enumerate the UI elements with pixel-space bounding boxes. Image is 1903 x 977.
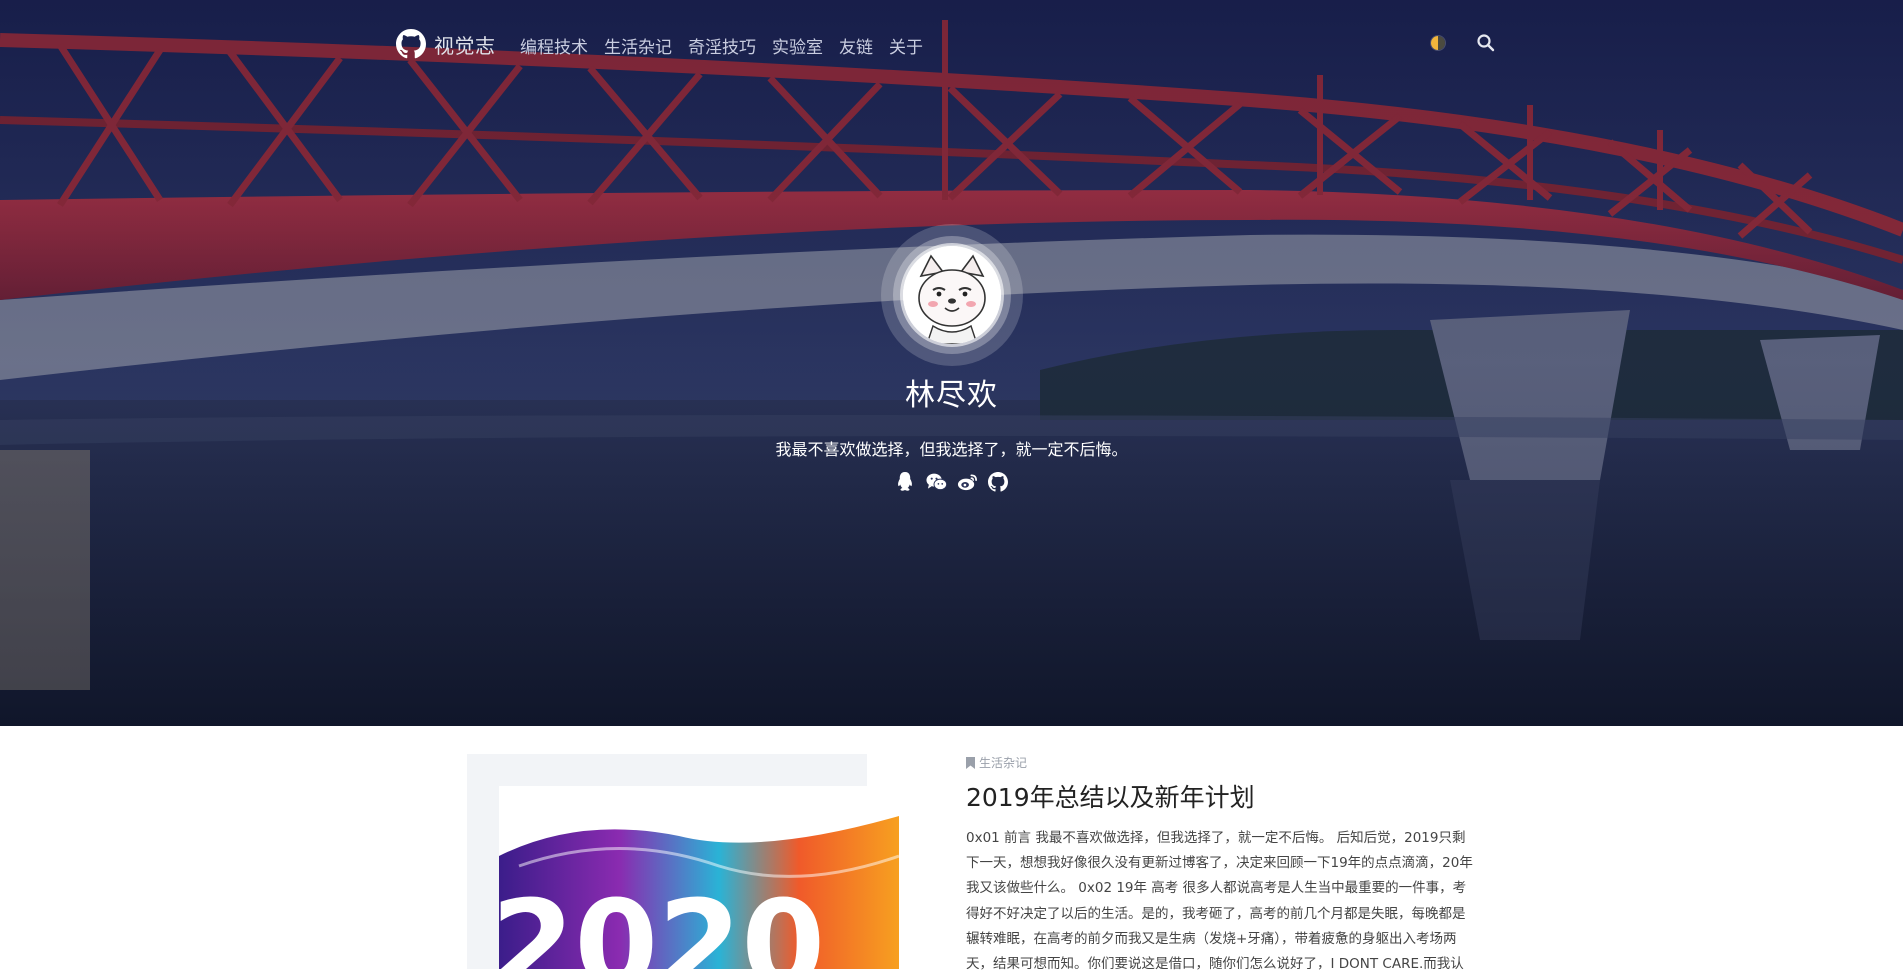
nav-item-life[interactable]: 生活杂记 bbox=[604, 33, 672, 58]
post-title[interactable]: 2019年总结以及新年计划 bbox=[966, 778, 1255, 814]
excerpt-line: 得好不好决定了以后的生活。是的，我考砸了，高考的前几个月都是失眠，每晚都是 bbox=[966, 905, 1466, 922]
excerpt-line: 我又该做些什么。 0x02 19年 高考 很多人都说高考是人生当中最重要的一件事… bbox=[966, 880, 1467, 897]
cat-avatar-image bbox=[903, 246, 1001, 344]
category-label: 生活杂记 bbox=[979, 756, 1028, 770]
author-name: 林尽欢 bbox=[905, 378, 998, 413]
post-excerpt: 0x01 前言 我最不喜欢做选择，但我选择了，就一定不后悔。 后知后觉，2019… bbox=[966, 826, 1511, 977]
brand-link[interactable]: 视觉志 bbox=[396, 29, 496, 59]
hero-banner: 视觉志 编程技术 生活杂记 奇淫技巧 实验室 友链 关于 林尽欢 我最不喜欢做选… bbox=[0, 0, 1903, 726]
post-category[interactable]: 生活杂记 bbox=[966, 754, 1027, 771]
post-card: 2020 生活杂记 2019年总结以及新年计划 0x01 前言 我最不喜欢做选择… bbox=[0, 726, 1903, 972]
cover-text: 2020 bbox=[499, 876, 825, 969]
excerpt-line: 下一天，想想我好像很久没有更新过博客了，决定来回顾一下19年的点点滴滴，20年 bbox=[966, 855, 1473, 872]
qq-icon[interactable] bbox=[895, 471, 916, 492]
wechat-icon[interactable] bbox=[925, 471, 947, 492]
nav-item-tricks[interactable]: 奇淫技巧 bbox=[688, 33, 756, 58]
weibo-icon[interactable] bbox=[957, 471, 978, 492]
cover-art-2020: 2020 bbox=[499, 786, 899, 969]
author-motto: 我最不喜欢做选择，但我选择了，就一定不后悔。 bbox=[775, 440, 1128, 459]
search-icon[interactable] bbox=[1476, 33, 1496, 53]
top-navbar: 视觉志 编程技术 生活杂记 奇淫技巧 实验室 友链 关于 bbox=[0, 0, 1903, 88]
nav-item-friends[interactable]: 友链 bbox=[839, 33, 873, 58]
social-links bbox=[0, 471, 1903, 492]
nav-item-about[interactable]: 关于 bbox=[889, 33, 923, 58]
bookmark-icon bbox=[966, 756, 975, 769]
avatar[interactable] bbox=[903, 246, 1001, 344]
theme-toggle-icon[interactable] bbox=[1431, 36, 1445, 50]
nav-item-programming[interactable]: 编程技术 bbox=[520, 33, 588, 58]
github-icon bbox=[396, 29, 426, 59]
post-cover-image[interactable]: 2020 bbox=[499, 786, 899, 969]
excerpt-line: 0x01 前言 我最不喜欢做选择，但我选择了，就一定不后悔。 后知后觉，2019… bbox=[966, 830, 1466, 846]
brand-name: 视觉志 bbox=[434, 33, 496, 58]
avatar-ring-inner bbox=[893, 236, 1011, 354]
avatar-ring bbox=[881, 224, 1023, 366]
excerpt-line: 辗转难眠，在高考的前夕而我又是生病（发烧+牙痛），带着疲惫的身躯出入考场两 bbox=[966, 930, 1457, 947]
excerpt-line: 天，结果可想而知。你们要说这是借口，随你们怎么说好了，I DONT CARE.而… bbox=[966, 956, 1464, 973]
nav-menu: 编程技术 生活杂记 奇淫技巧 实验室 友链 关于 bbox=[520, 33, 923, 58]
github-icon[interactable] bbox=[988, 471, 1009, 492]
nav-item-lab[interactable]: 实验室 bbox=[772, 33, 823, 58]
